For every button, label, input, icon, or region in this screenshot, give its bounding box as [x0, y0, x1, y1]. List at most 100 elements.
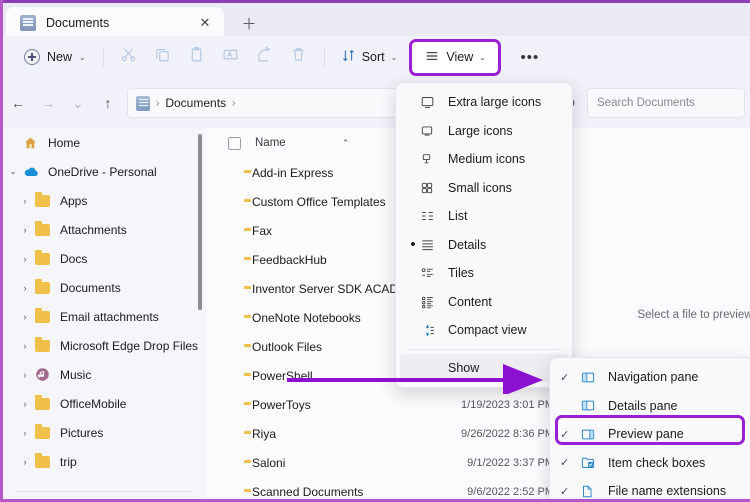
folder-icon: [35, 424, 53, 439]
copy-button[interactable]: [146, 42, 180, 72]
sidebar-item-documents[interactable]: › Documents: [3, 273, 206, 302]
tab-documents[interactable]: Documents ✕: [6, 7, 224, 39]
chevron-right-icon[interactable]: ›: [15, 312, 35, 322]
menu-item-tiles[interactable]: Tiles: [396, 259, 572, 288]
menu-item-item-check-boxes[interactable]: ✓ Item check boxes: [550, 449, 750, 478]
delete-button[interactable]: [282, 42, 316, 72]
menu-item-navigation-pane[interactable]: ✓ Navigation pane: [550, 363, 750, 392]
sidebar-item-label: Attachments: [60, 222, 127, 237]
forward-button[interactable]: →: [33, 89, 63, 117]
menu-item-large-icons[interactable]: Large icons: [396, 117, 572, 146]
sidebar-item-onedrive-personal[interactable]: ⌄ OneDrive - Personal: [3, 157, 206, 186]
breadcrumb-separator: ›: [156, 97, 160, 109]
sort-ascending-icon: ⌃: [341, 137, 350, 148]
chevron-right-icon[interactable]: ›: [15, 370, 35, 380]
folder-icon: [35, 453, 53, 468]
more-options-button[interactable]: •••: [515, 43, 545, 71]
menu-item-details[interactable]: • Details: [396, 231, 572, 260]
menu-item-preview-pane[interactable]: ✓ Preview pane: [550, 420, 750, 449]
share-button[interactable]: [248, 42, 282, 72]
check-icon: ✓: [560, 371, 570, 384]
cut-icon: [120, 46, 137, 68]
view-button-highlight: View ⌄: [409, 38, 501, 76]
sidebar-item-apps[interactable]: › Apps: [3, 186, 206, 215]
tab-strip: Documents ✕ ＋: [3, 0, 750, 39]
menu-item-details-pane[interactable]: Details pane: [550, 392, 750, 421]
chevron-down-icon: ⌄: [390, 52, 398, 62]
view-button[interactable]: View ⌄: [416, 43, 494, 72]
breadcrumb-item-documents[interactable]: Documents: [165, 96, 226, 110]
sidebar-item-email-attachments[interactable]: › Email attachments: [3, 302, 206, 331]
details-pane-icon: [580, 398, 606, 413]
select-all-checkbox[interactable]: [228, 136, 241, 150]
file-name: FeedbackHub: [252, 252, 327, 267]
file-list-row[interactable]: Saloni 9/1/2022 3:37 PM: [206, 448, 572, 477]
item-check-boxes-icon: [580, 455, 606, 470]
chevron-right-icon[interactable]: ›: [15, 341, 35, 351]
folder-icon: [35, 221, 53, 236]
sidebar-item-docs[interactable]: › Docs: [3, 244, 206, 273]
delete-icon: [290, 46, 307, 68]
file-list-row[interactable]: PowerToys 1/19/2023 3:01 PM: [206, 390, 572, 419]
folder-icon: [35, 395, 53, 410]
menu-item-small-icons[interactable]: Small icons: [396, 174, 572, 203]
up-button[interactable]: ↑: [93, 89, 123, 117]
sidebar-item-trip[interactable]: › trip: [3, 447, 206, 476]
menu-item-list[interactable]: List: [396, 202, 572, 231]
menu-item-label: Content: [448, 294, 492, 309]
recent-locations-button[interactable]: ⌄: [63, 89, 93, 117]
view-icon: [424, 48, 440, 67]
extra-large-icons-icon: [420, 95, 446, 110]
file-name: Fax: [252, 223, 273, 238]
file-date-modified: 9/1/2022 3:37 PM: [467, 456, 554, 469]
chevron-right-icon[interactable]: ›: [15, 254, 35, 264]
file-name: Add-in Express: [252, 165, 334, 180]
chevron-right-icon[interactable]: ›: [15, 457, 35, 467]
music-icon: [35, 367, 53, 382]
menu-item-extra-large-icons[interactable]: Extra large icons: [396, 88, 572, 117]
sidebar-item-music[interactable]: › Music: [3, 360, 206, 389]
close-icon[interactable]: ✕: [192, 10, 218, 36]
check-icon: ✓: [560, 485, 570, 498]
chevron-right-icon[interactable]: ›: [15, 283, 35, 293]
chevron-right-icon[interactable]: ›: [15, 428, 35, 438]
paste-button[interactable]: [180, 42, 214, 72]
file-name: Riya: [252, 426, 277, 441]
column-header-name[interactable]: Name: [255, 137, 286, 149]
search-input[interactable]: Search Documents: [587, 88, 745, 118]
menu-item-medium-icons[interactable]: Medium icons: [396, 145, 572, 174]
menu-item-label: Compact view: [448, 323, 527, 338]
folder-icon: [35, 279, 53, 294]
menu-item-label: Small icons: [448, 180, 512, 195]
menu-item-label: Item check boxes: [608, 455, 706, 470]
menu-item-label: Extra large icons: [448, 95, 542, 110]
documents-folder-icon: [136, 95, 150, 111]
file-name: OneNote Notebooks: [252, 310, 361, 325]
sidebar-item-home[interactable]: Home: [3, 128, 206, 157]
menu-item-content[interactable]: Content: [396, 288, 572, 317]
sidebar-item-microsoft-edge-drop-files[interactable]: › Microsoft Edge Drop Files: [3, 331, 206, 360]
sidebar-item-pictures[interactable]: › Pictures: [3, 418, 206, 447]
menu-item-file-name-extensions[interactable]: ✓ File name extensions: [550, 477, 750, 499]
navigation-scrollbar[interactable]: [198, 134, 202, 310]
new-button[interactable]: New ⌄: [15, 44, 95, 70]
divider: [323, 47, 325, 67]
sort-button[interactable]: Sort ⌄: [333, 43, 406, 71]
file-list-row[interactable]: Scanned Documents 9/6/2022 2:52 PM: [206, 477, 572, 499]
sidebar-item-officemobile[interactable]: › OfficeMobile: [3, 389, 206, 418]
menu-item-label: Large icons: [448, 123, 513, 138]
file-date-modified: 1/19/2023 3:01 PM: [461, 398, 554, 411]
file-list-row[interactable]: Riya 9/26/2022 8:36 PM: [206, 419, 572, 448]
file-date-modified: 9/26/2022 8:36 PM: [461, 427, 554, 440]
cut-button[interactable]: [112, 42, 146, 72]
sidebar-item-attachments[interactable]: › Attachments: [3, 215, 206, 244]
new-tab-button[interactable]: ＋: [235, 10, 263, 36]
chevron-right-icon[interactable]: ›: [15, 196, 35, 206]
rename-button[interactable]: [214, 42, 248, 72]
chevron-right-icon[interactable]: ›: [15, 399, 35, 409]
chevron-right-icon[interactable]: ›: [15, 225, 35, 235]
chevron-down-icon[interactable]: ⌄: [3, 166, 23, 177]
menu-item-compact-view[interactable]: Compact view: [396, 316, 572, 345]
back-button[interactable]: ←: [3, 89, 33, 117]
menu-item-label: Medium icons: [448, 152, 526, 167]
